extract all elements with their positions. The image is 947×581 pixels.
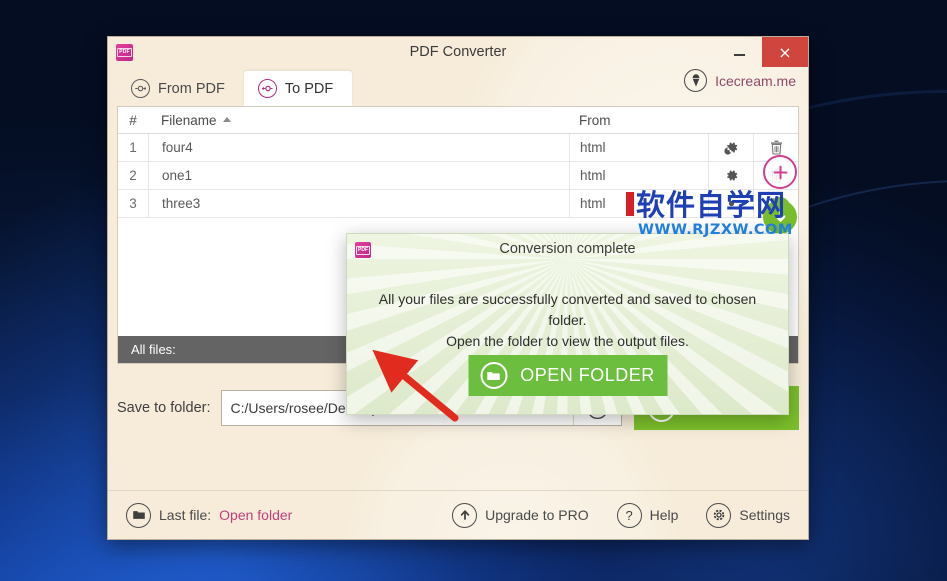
all-files-label: All files:: [131, 342, 176, 357]
dialog-message-line1: All your files are successfully converte…: [378, 291, 757, 328]
tab-bar: From PDF To PDF Icecream.me: [108, 67, 808, 106]
column-header-filename[interactable]: Filename: [148, 113, 569, 128]
settings-label: Settings: [739, 507, 790, 523]
question-mark-glyph: ?: [625, 507, 633, 523]
folder-icon: [126, 502, 151, 528]
row-settings-button[interactable]: [708, 190, 753, 217]
icecream-cone-icon: [684, 69, 708, 92]
up-arrow-icon: [452, 502, 478, 528]
download-button[interactable]: [763, 200, 797, 234]
to-pdf-icon: [257, 79, 277, 98]
bottom-bar-right-actions: Upgrade to PRO ? Help Settings: [452, 502, 790, 528]
row-from-format: html: [569, 190, 708, 217]
upgrade-to-pro-button[interactable]: Upgrade to PRO: [452, 502, 589, 528]
gear-icon: [723, 142, 737, 155]
add-file-button[interactable]: [763, 155, 797, 189]
title-bar: PDF PDF Converter ×: [108, 37, 808, 67]
brand-link[interactable]: Icecream.me: [684, 69, 796, 92]
table-row[interactable]: 2 one1 html: [118, 162, 798, 190]
save-to-folder-label: Save to folder:: [117, 400, 211, 416]
file-list-header: # Filename From: [118, 107, 798, 134]
gear-icon: [706, 502, 732, 528]
close-button[interactable]: ×: [762, 37, 808, 67]
tab-from-pdf[interactable]: From PDF: [117, 71, 244, 106]
column-header-from: From: [579, 112, 611, 128]
tab-from-pdf-label: From PDF: [158, 80, 225, 97]
tab-to-pdf-label: To PDF: [284, 80, 334, 97]
plus-icon: [773, 165, 787, 179]
last-file-item[interactable]: Last file: Open folder: [126, 502, 292, 528]
row-number: 3: [129, 196, 137, 211]
minimize-icon: [734, 54, 745, 56]
column-header-filename-label: Filename: [161, 112, 217, 128]
last-file-open-folder-link[interactable]: Open folder: [219, 507, 292, 523]
conversion-complete-dialog: PDF Conversion complete All your files a…: [346, 233, 789, 415]
row-from-format: html: [569, 162, 708, 189]
upgrade-to-pro-label: Upgrade to PRO: [485, 507, 589, 523]
gear-icon: [726, 170, 737, 181]
dialog-title: Conversion complete: [499, 241, 636, 257]
sort-ascending-icon: [222, 117, 231, 122]
dialog-message-line2: Open the folder to view the output files…: [446, 333, 689, 349]
tab-to-pdf[interactable]: To PDF: [243, 71, 353, 106]
question-mark-icon: ?: [616, 502, 642, 528]
row-number: 1: [129, 140, 137, 155]
download-arrow-icon: [775, 210, 785, 222]
from-pdf-icon: [131, 79, 150, 98]
row-from-format: html: [569, 134, 708, 161]
folder-icon: [480, 362, 508, 389]
row-filename: one1: [148, 162, 569, 189]
pdf-icon-label: PDF: [356, 245, 370, 255]
pdf-converter-window: PDF PDF Converter × From PDF To PDF Icec…: [107, 36, 809, 540]
close-icon: ×: [778, 42, 792, 62]
row-filename: four4: [148, 134, 569, 161]
column-header-number: #: [129, 112, 137, 128]
row-settings-button[interactable]: [708, 162, 753, 189]
table-row[interactable]: 1 four4 html: [118, 134, 798, 162]
dialog-message: All your files are successfully converte…: [347, 289, 788, 352]
side-action-buttons: [763, 155, 797, 234]
row-filename: three3: [148, 190, 569, 217]
bottom-bar: Last file: Open folder Upgrade to PRO ? …: [108, 490, 808, 539]
window-title: PDF Converter: [409, 44, 507, 60]
help-button[interactable]: ? Help: [616, 502, 679, 528]
window-controls: ×: [717, 37, 808, 67]
table-row[interactable]: 3 three3 html: [118, 190, 798, 218]
row-settings-button[interactable]: [708, 134, 753, 161]
trash-icon: [770, 140, 782, 155]
settings-button[interactable]: Settings: [706, 502, 790, 528]
row-number: 2: [129, 168, 137, 183]
gear-icon: [728, 200, 734, 207]
help-label: Help: [649, 507, 679, 523]
open-folder-button[interactable]: OPEN FOLDER: [468, 355, 667, 396]
pdf-icon: PDF: [355, 242, 371, 258]
last-file-prefix: Last file:: [159, 507, 212, 523]
brand-label: Icecream.me: [715, 72, 796, 89]
minimize-button[interactable]: [717, 37, 762, 67]
open-folder-button-label: OPEN FOLDER: [520, 365, 655, 385]
